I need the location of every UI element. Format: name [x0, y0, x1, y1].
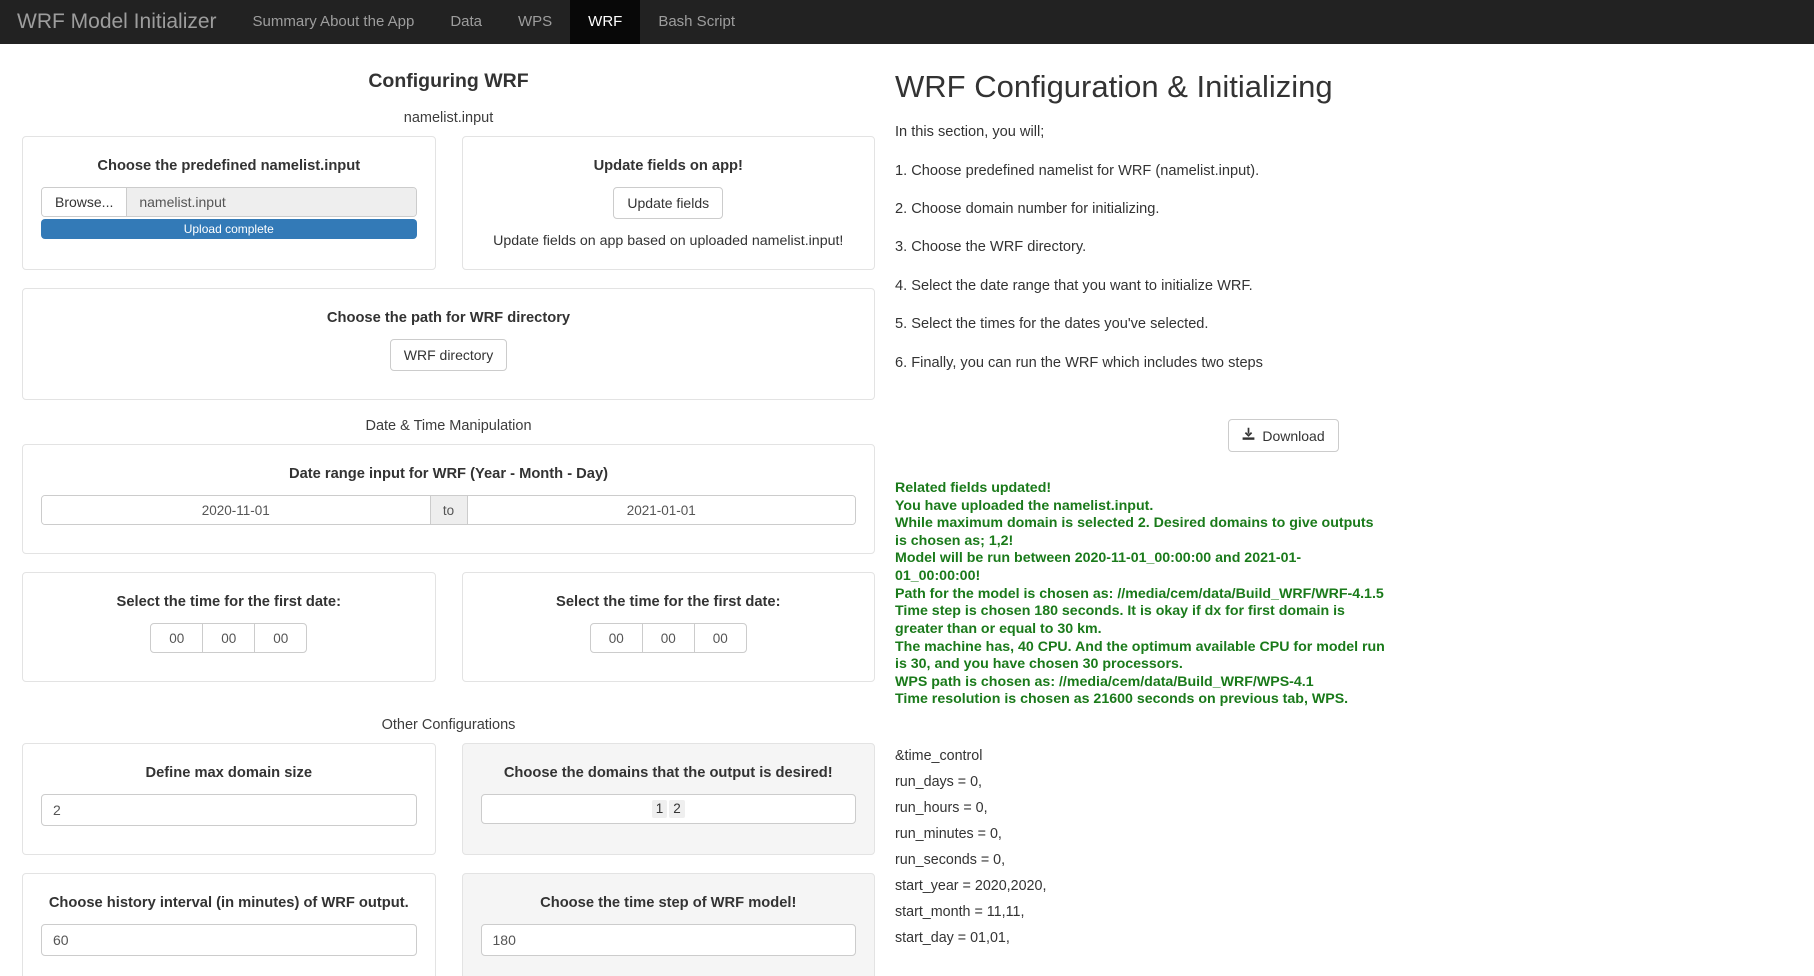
- download-icon: [1242, 427, 1255, 444]
- daterange-input[interactable]: 2020-11-01 to 2021-01-01: [41, 495, 856, 525]
- intro-text: In this section, you will;: [895, 124, 1045, 141]
- max-domain-label: Define max domain size: [145, 765, 312, 781]
- status-line: Related fields updated!: [895, 480, 1052, 497]
- domain-chip[interactable]: 2: [669, 799, 685, 819]
- update-fields-label: Update fields on app!: [593, 158, 743, 174]
- status-line: You have uploaded the namelist.input.: [895, 497, 1154, 514]
- status-line: While maximum domain is selected 2. Desi…: [895, 515, 1374, 549]
- tab-wrf[interactable]: WRF: [570, 0, 641, 44]
- namelist-line: run_days = 0,: [895, 773, 983, 790]
- other-configurations-caption: Other Configurations: [381, 717, 516, 733]
- history-interval-label: Choose history interval (in minutes) of …: [48, 895, 409, 911]
- namelist-line: &time_control: [895, 747, 983, 764]
- history-interval-panel: Choose history interval (in minutes) of …: [22, 873, 436, 976]
- step-item: 3. Choose the WRF directory.: [895, 239, 1087, 256]
- right-column: WRF Configuration & Initializing In this…: [895, 44, 1814, 976]
- download-button[interactable]: Download: [1228, 419, 1339, 453]
- datetime-caption: Date & Time Manipulation: [365, 418, 532, 434]
- step-item: 5. Select the times for the dates you've…: [895, 316, 1209, 333]
- page-body: Configuring WRF namelist.input Choose th…: [0, 44, 1814, 976]
- status-line: The machine has, 40 CPU. And the optimum…: [895, 638, 1385, 673]
- step-item: 6. Finally, you can run the WRF which in…: [895, 354, 1263, 371]
- domain-row: Define max domain size Choose the domain…: [22, 743, 875, 873]
- max-domain-input[interactable]: [41, 794, 417, 826]
- update-fields-hint: Update fields on app based on uploaded n…: [493, 233, 844, 249]
- status-line: Time resolution is chosen as 21600 secon…: [895, 691, 1349, 708]
- wrf-directory-button[interactable]: WRF directory: [389, 339, 508, 371]
- step-item: 2. Choose domain number for initializing…: [895, 200, 1160, 217]
- daterange-separator: to: [429, 496, 468, 524]
- upload-update-row: Choose the predefined namelist.input Bro…: [22, 136, 875, 288]
- step-item: 1. Choose predefined namelist for WRF (n…: [895, 162, 1260, 179]
- upload-panel: Choose the predefined namelist.input Bro…: [22, 136, 436, 270]
- top-navbar: WRF Model Initializer Summary About the …: [0, 0, 1814, 44]
- time-step-input[interactable]: [480, 924, 856, 956]
- interval-timestep-row: Choose history interval (in minutes) of …: [22, 873, 875, 976]
- left-column: Configuring WRF namelist.input Choose th…: [0, 44, 895, 976]
- tab-data[interactable]: Data: [432, 0, 500, 44]
- first-date-time-panel: Select the time for the first date: 00 0…: [22, 572, 436, 682]
- history-interval-input[interactable]: [41, 924, 417, 956]
- app-brand: WRF Model Initializer: [17, 10, 217, 33]
- output-domains-selectize[interactable]: 1 2: [480, 794, 856, 824]
- update-fields-button[interactable]: Update fields: [613, 187, 724, 219]
- namelist-line: start_day = 01,01,: [895, 930, 1010, 947]
- tab-summary-about-the-app[interactable]: Summary About the App: [235, 0, 433, 44]
- time-step-panel: Choose the time step of WRF model!: [461, 873, 875, 976]
- browse-button[interactable]: Browse...: [42, 188, 128, 216]
- second-date-time-panel: Select the time for the first date: 00 0…: [461, 572, 875, 682]
- upload-label: Choose the predefined namelist.input: [97, 158, 361, 174]
- right-panel-title: WRF Configuration & Initializing: [895, 69, 1333, 104]
- tab-bash-script[interactable]: Bash Script: [640, 0, 753, 44]
- first-date-minute-select[interactable]: 00: [202, 623, 256, 653]
- status-line: WPS path is chosen as: //media/cem/data/…: [895, 673, 1314, 690]
- uploaded-file-name: namelist.input: [127, 188, 416, 216]
- namelist-caption: namelist.input: [403, 110, 494, 126]
- file-input-group[interactable]: Browse... namelist.input: [41, 187, 417, 217]
- first-date-time-label: Select the time for the first date:: [116, 594, 341, 610]
- daterange-label: Date range input for WRF (Year - Month -…: [288, 466, 609, 482]
- namelist-line: start_month = 11,11,: [895, 904, 1025, 921]
- daterange-start-input[interactable]: 2020-11-01: [42, 496, 430, 524]
- second-date-time-group: 00 00 00: [481, 623, 857, 653]
- status-messages: Related fields updated! You have uploade…: [895, 480, 1792, 709]
- page-title: Configuring WRF: [368, 70, 529, 92]
- first-date-second-select[interactable]: 00: [254, 623, 308, 653]
- download-button-wrap: Download: [895, 419, 1792, 453]
- wrf-directory-label: Choose the path for WRF directory: [326, 310, 571, 326]
- upload-progress-bar: Upload complete: [41, 219, 417, 239]
- wrf-directory-panel: Choose the path for WRF directory WRF di…: [22, 288, 875, 400]
- namelist-preview: &time_control run_days = 0, run_hours = …: [895, 743, 1792, 951]
- output-domains-label: Choose the domains that the output is de…: [503, 765, 833, 781]
- second-date-minute-select[interactable]: 00: [641, 623, 695, 653]
- download-button-label: Download: [1262, 427, 1325, 444]
- daterange-panel: Date range input for WRF (Year - Month -…: [22, 444, 875, 554]
- update-fields-panel: Update fields on app! Update fields Upda…: [461, 136, 875, 270]
- output-domains-panel: Choose the domains that the output is de…: [461, 743, 875, 855]
- update-button-wrap: Update fields: [481, 187, 857, 219]
- tab-wps[interactable]: WPS: [500, 0, 570, 44]
- first-date-hour-select[interactable]: 00: [150, 623, 204, 653]
- second-date-second-select[interactable]: 00: [693, 623, 747, 653]
- first-date-time-group: 00 00 00: [41, 623, 417, 653]
- domain-chip[interactable]: 1: [651, 799, 668, 819]
- status-line: Model will be run between 2020-11-01_00:…: [895, 550, 1302, 585]
- second-date-time-label: Select the time for the first date:: [556, 594, 781, 610]
- namelist-line: run_minutes = 0,: [895, 826, 1002, 843]
- time-selectors-row: Select the time for the first date: 00 0…: [22, 572, 875, 700]
- step-item: 4. Select the date range that you want t…: [895, 277, 1253, 294]
- second-date-hour-select[interactable]: 00: [589, 623, 643, 653]
- namelist-line: run_seconds = 0,: [895, 852, 1006, 869]
- max-domain-panel: Define max domain size: [22, 743, 436, 855]
- status-line: Path for the model is chosen as: //media…: [895, 585, 1384, 602]
- namelist-line: run_hours = 0,: [895, 800, 988, 816]
- wrf-directory-button-wrap: WRF directory: [41, 339, 856, 371]
- daterange-end-input[interactable]: 2021-01-01: [467, 496, 855, 524]
- namelist-line: start_year = 2020,2020,: [895, 878, 1047, 895]
- time-step-label: Choose the time step of WRF model!: [540, 895, 797, 911]
- status-line: Time step is chosen 180 seconds. It is o…: [895, 603, 1345, 637]
